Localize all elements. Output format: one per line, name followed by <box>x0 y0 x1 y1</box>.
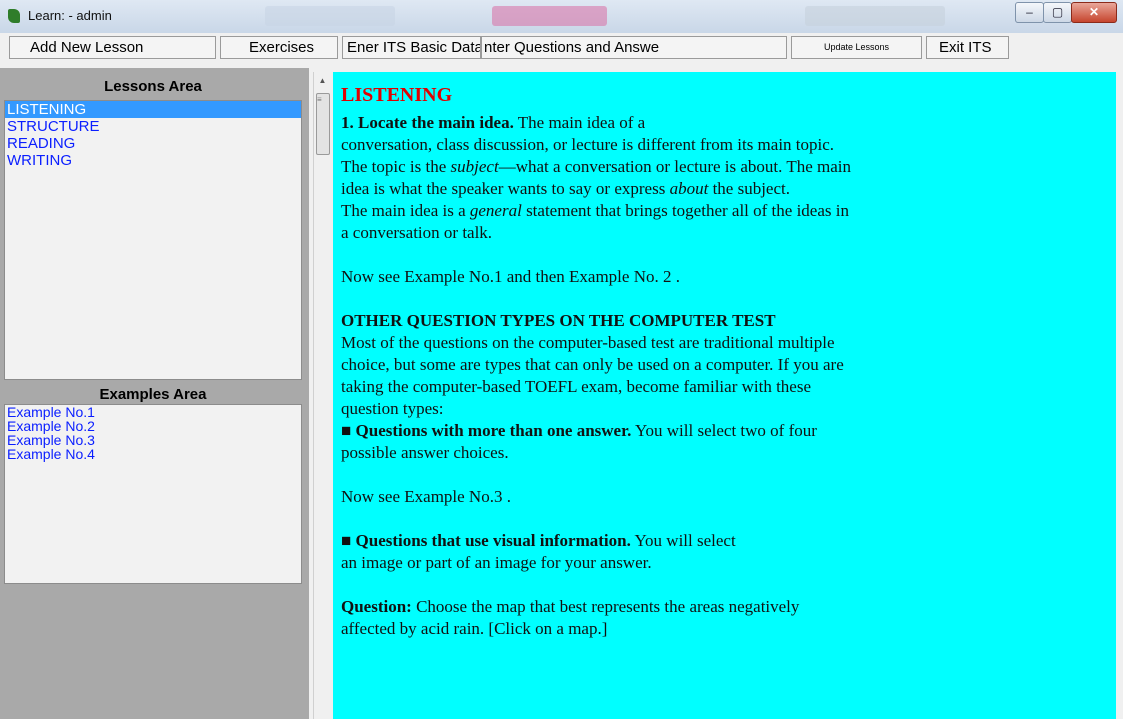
toolbar: Add New Lesson Exercises Ener ITS Basic … <box>0 33 1123 63</box>
window-title: Learn: - admin <box>28 8 112 23</box>
emphasis: general <box>469 201 522 220</box>
text: The main idea is a <box>341 201 470 220</box>
text: —what a conversation or lecture is about… <box>498 157 852 176</box>
text-line: The topic is the subject—what a conversa… <box>341 156 1116 178</box>
question-line: Question: Choose the map that best repre… <box>341 596 1116 618</box>
enter-questions-answers-button[interactable]: nter Questions and Answe <box>481 36 787 59</box>
example-item-1[interactable]: Example No.1 <box>5 405 301 419</box>
text: the subject. <box>708 179 790 198</box>
text: You will select <box>630 531 736 550</box>
grip-icon: ≡ <box>317 95 322 104</box>
example-item-2[interactable]: Example No.2 <box>5 419 301 433</box>
text: question types: <box>341 399 444 418</box>
main-idea-paragraph: 1. Locate the main idea. The main idea o… <box>341 112 1116 134</box>
text: The main idea of a <box>513 113 646 132</box>
text: taking the computer-based TOEFL exam, be… <box>341 377 812 396</box>
app-icon <box>8 9 20 23</box>
bullet-heading: ■ Questions that use visual information. <box>341 531 631 550</box>
emphasis: about <box>669 179 709 198</box>
text: an image or part of an image for your an… <box>341 553 652 572</box>
bullet-visual-information: ■ Questions that use visual information.… <box>341 530 1116 552</box>
examples-list[interactable]: Example No.1 Example No.2 Example No.3 E… <box>4 404 302 584</box>
blurred-taskbar-item <box>265 6 395 26</box>
enter-basic-data-button[interactable]: Ener ITS Basic Data <box>342 36 481 59</box>
text: choice, but some are types that can only… <box>341 355 844 374</box>
list-item-writing[interactable]: WRITING <box>5 152 301 169</box>
close-icon[interactable]: ✕ <box>1071 2 1117 23</box>
minimize-icon[interactable]: – <box>1015 2 1044 23</box>
text: idea is what the speaker wants to say or… <box>341 179 670 198</box>
lessons-list[interactable]: LISTENING STRUCTURE READING WRITING <box>4 100 302 380</box>
text: Choose the map that best represents the … <box>411 597 800 616</box>
text-line: The main idea is a general statement tha… <box>341 200 1116 222</box>
text-line: idea is what the speaker wants to say or… <box>341 178 1116 200</box>
heading: OTHER QUESTION TYPES ON THE COMPUTER TES… <box>341 311 776 330</box>
example-item-4[interactable]: Example No.4 <box>5 447 301 461</box>
update-lessons-button[interactable]: Update Lessons <box>791 36 922 59</box>
text: You will select two of four <box>631 421 817 440</box>
text: statement that brings together all of th… <box>521 201 849 220</box>
content-scrollbar[interactable]: ▲ ≡ <box>313 72 331 719</box>
see-examples-1-2: Now see Example No.1 and then Example No… <box>341 267 680 286</box>
emphasis: subject <box>450 157 499 176</box>
question-label: Question: <box>341 597 412 616</box>
see-example-3: Now see Example No.3 . <box>341 487 511 506</box>
example-item-3[interactable]: Example No.3 <box>5 433 301 447</box>
left-panel: Lessons Area LISTENING STRUCTURE READING… <box>0 68 309 719</box>
blurred-taskbar-item <box>805 6 945 26</box>
scroll-up-icon[interactable]: ▲ <box>314 72 331 89</box>
text: Most of the questions on the computer-ba… <box>341 333 835 352</box>
add-new-lesson-button[interactable]: Add New Lesson <box>9 36 216 59</box>
text: a conversation or talk. <box>341 223 493 242</box>
text: conversation, class discussion, or lectu… <box>341 135 835 154</box>
title-bar: Learn: - admin – ▢ ✕ <box>0 0 1123 33</box>
bullet-heading: ■ Questions with more than one answer. <box>341 421 632 440</box>
text: affected by acid rain. [Click on a map.] <box>341 619 608 638</box>
lesson-title: LISTENING <box>341 84 453 106</box>
maximize-icon[interactable]: ▢ <box>1043 2 1072 23</box>
lessons-area-header: Lessons Area <box>104 78 202 95</box>
exit-its-button[interactable]: Exit ITS <box>926 36 1009 59</box>
examples-area-header: Examples Area <box>99 386 207 403</box>
lesson-content: LISTENING 1. Locate the main idea. The m… <box>333 72 1116 719</box>
list-item-listening[interactable]: LISTENING <box>5 101 301 118</box>
bullet-multiple-answers: ■ Questions with more than one answer. Y… <box>341 420 1116 442</box>
text: possible answer choices. <box>341 443 509 462</box>
list-item-reading[interactable]: READING <box>5 135 301 152</box>
other-question-types-heading: OTHER QUESTION TYPES ON THE COMPUTER TES… <box>341 310 1116 332</box>
blurred-taskbar-item <box>492 6 607 26</box>
text: The topic is the <box>341 157 451 176</box>
list-item-structure[interactable]: STRUCTURE <box>5 118 301 135</box>
main-idea-heading: 1. Locate the main idea. <box>341 113 514 132</box>
exercises-button[interactable]: Exercises <box>220 36 338 59</box>
